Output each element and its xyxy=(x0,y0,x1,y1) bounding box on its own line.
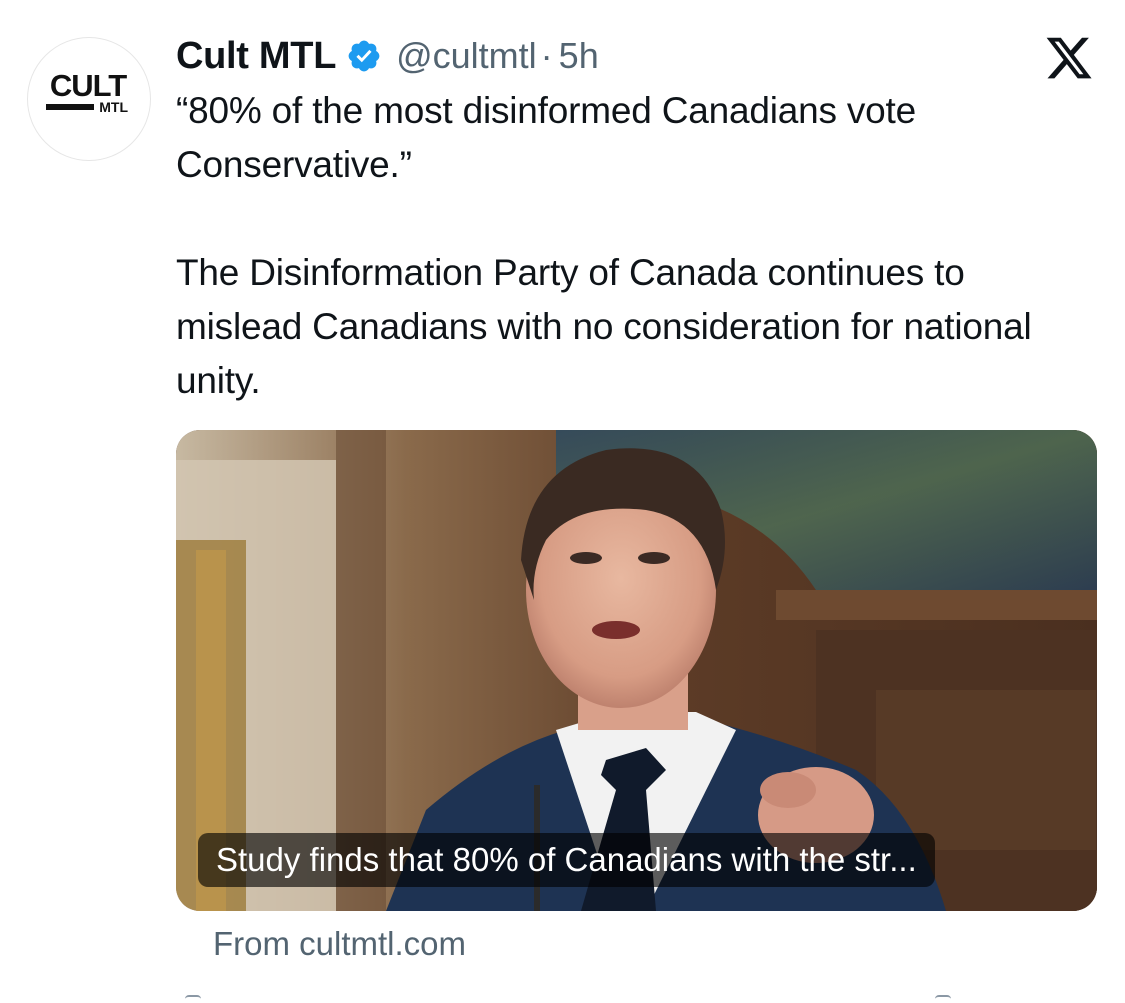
cult-mtl-logo: CULT MTL xyxy=(46,68,128,115)
tweet-paragraph-1: “80% of the most disinformed Canadians v… xyxy=(176,90,917,185)
logo-subtext: MTL xyxy=(99,99,128,115)
verified-badge-icon xyxy=(348,40,380,72)
x-logo-icon xyxy=(1046,37,1092,79)
tweet-text: “80% of the most disinformed Canadians v… xyxy=(176,84,1096,408)
share-icon[interactable] xyxy=(935,995,951,1003)
tweet-header: Cult MTL @cultmtl · 5h xyxy=(176,32,599,80)
link-card-image[interactable]: Study finds that 80% of Canadians with t… xyxy=(176,430,1097,911)
tweet-card[interactable]: CULT MTL Cult MTL @cultmtl · 5h “80% of … xyxy=(0,0,1125,1001)
display-name[interactable]: Cult MTL xyxy=(176,35,336,78)
reply-icon[interactable] xyxy=(185,995,201,1003)
timestamp[interactable]: 5h xyxy=(559,35,599,77)
handle[interactable]: @cultmtl xyxy=(396,35,537,77)
separator-dot: · xyxy=(540,35,553,76)
logo-text: CULT xyxy=(50,68,127,103)
avatar[interactable]: CULT MTL xyxy=(27,37,151,161)
tweet-paragraph-2: The Disinformation Party of Canada conti… xyxy=(176,252,1032,401)
logo-bar xyxy=(46,104,94,110)
card-source-link[interactable]: From cultmtl.com xyxy=(213,925,466,963)
card-caption: Study finds that 80% of Canadians with t… xyxy=(198,833,935,887)
bottom-edge xyxy=(0,992,1125,1001)
